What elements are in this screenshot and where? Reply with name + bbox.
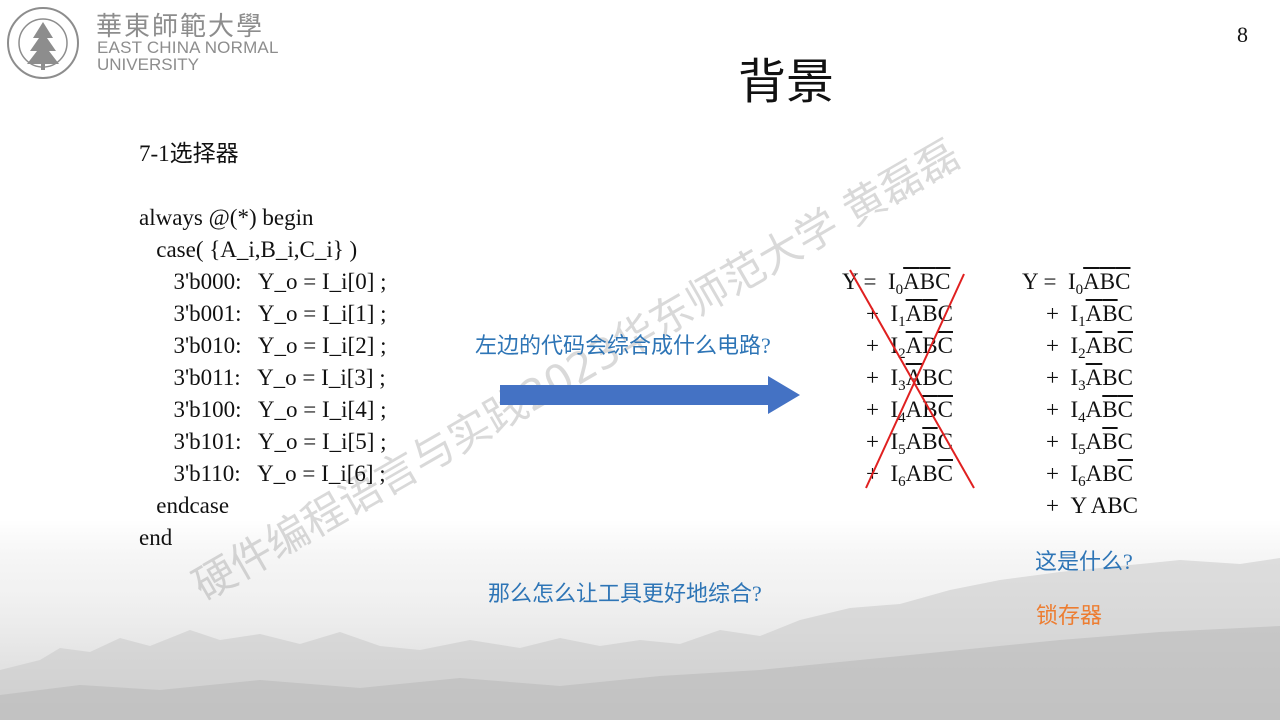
latch-answer: 锁存器 xyxy=(1036,603,1103,628)
equation-right-line-5: + I5ABC xyxy=(1046,429,1133,458)
latch-term: Y ABC xyxy=(1070,493,1139,518)
code-line: 3'b010: Y_o = I_i[2] ; xyxy=(139,333,387,358)
equation-right-line-1: + I1ABC xyxy=(1046,301,1133,330)
synthesis-question: 左边的代码会综合成什么电路? xyxy=(475,333,771,358)
plus-sign: + xyxy=(1046,461,1059,486)
code-line: 3'b011: Y_o = I_i[3] ; xyxy=(139,365,386,390)
code-line: always @(*) begin xyxy=(139,205,314,230)
what-is-this-question: 这是什么? xyxy=(1035,549,1133,574)
equation-right-line-4: + I4ABC xyxy=(1046,397,1133,426)
code-line: endcase xyxy=(139,493,230,518)
logo-english-name-line2: UNIVERSITY xyxy=(97,55,200,74)
plus-sign: + xyxy=(1046,333,1059,358)
plus-sign: + xyxy=(1046,301,1059,326)
plus-sign: + xyxy=(1046,365,1059,390)
equation-right-line-7: + Y ABC xyxy=(1046,490,1138,522)
code-line: 3'b001: Y_o = I_i[1] ; xyxy=(139,301,387,326)
equation-right-line-0: Y = I0ABC xyxy=(1022,269,1131,298)
plus-sign: + xyxy=(1046,429,1059,454)
code-heading: 7-1选择器 xyxy=(139,141,239,166)
equation-right-line-6: + I6ABC xyxy=(1046,461,1133,490)
code-line: case( {A_i,B_i,C_i} ) xyxy=(139,237,358,262)
red-cross-mark-icon xyxy=(849,269,975,489)
y-label: Y = xyxy=(1022,269,1057,294)
right-arrow-icon xyxy=(500,376,800,414)
equation-right-line-2: + I2ABC xyxy=(1046,333,1133,362)
code-line: 3'b101: Y_o = I_i[5] ; xyxy=(139,429,387,454)
slide-title: 背景 xyxy=(738,54,835,110)
university-seal-logo xyxy=(7,7,79,79)
better-synthesis-question: 那么怎么让工具更好地综合? xyxy=(488,581,762,606)
code-line: 3'b110: Y_o = I_i[6] ; xyxy=(139,461,386,486)
code-line: 3'b000: Y_o = I_i[0] ; xyxy=(139,269,387,294)
equation-right-line-3: + I3ABC xyxy=(1046,365,1133,394)
plus-sign: + xyxy=(1046,493,1059,518)
code-line: end xyxy=(139,525,173,550)
code-line: 3'b100: Y_o = I_i[4] ; xyxy=(139,397,387,422)
page-number: 8 xyxy=(1237,22,1248,47)
plus-sign: + xyxy=(1046,397,1059,422)
code-block: 7-1选择器 always @(*) begin case( {A_i,B_i,… xyxy=(139,138,387,554)
